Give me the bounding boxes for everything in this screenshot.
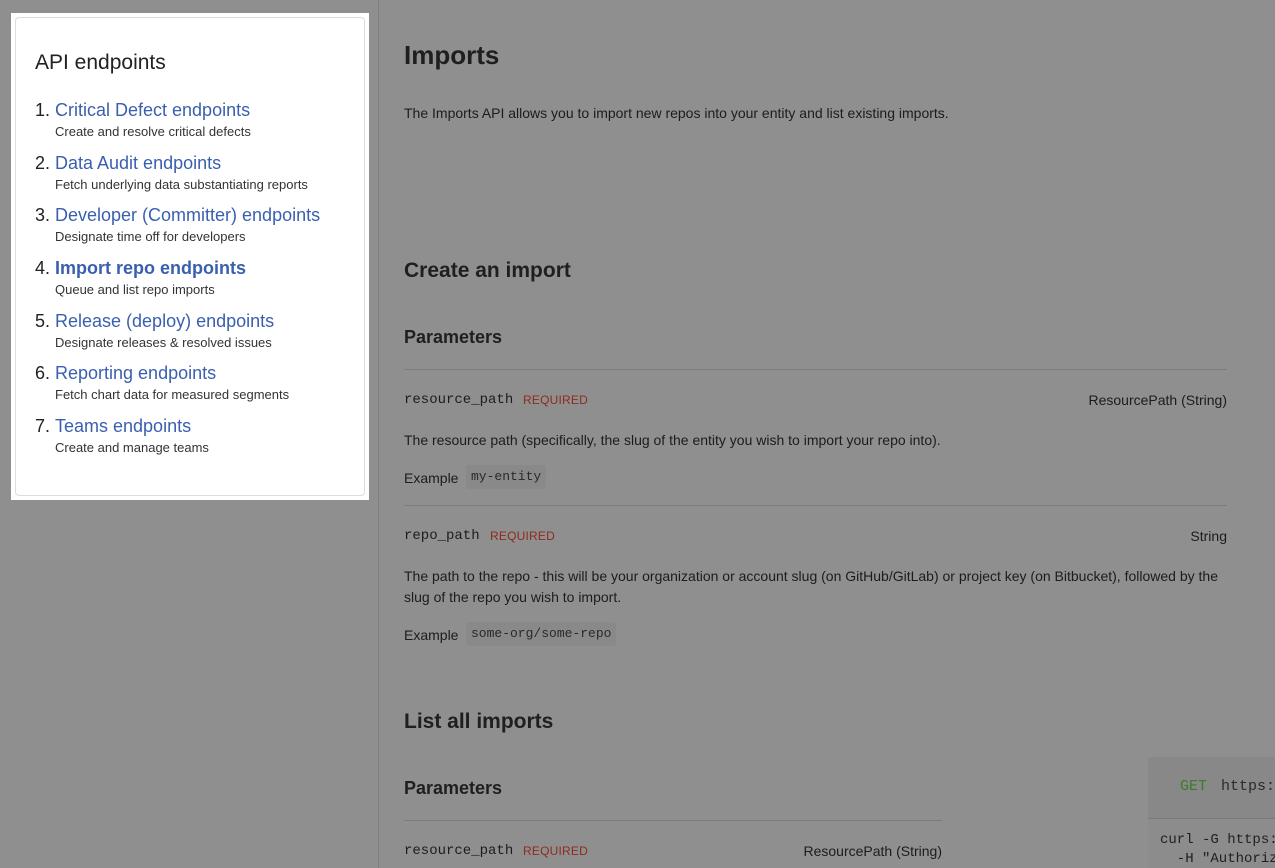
endpoints-card: API endpoints 1. Critical Defect endpoin… xyxy=(15,17,365,496)
param-type: ResourcePath (String) xyxy=(803,843,942,859)
param-description: The path to the repo - this will be your… xyxy=(404,568,1218,605)
code-example-panel: GET https: curl -G https: -H "Authoriz xyxy=(1148,757,1275,868)
endpoint-number: 6. xyxy=(35,363,51,384)
param-type: ResourcePath (String) xyxy=(1088,392,1227,408)
parameters-heading: Parameters xyxy=(404,778,503,798)
code-request-line: GET https: xyxy=(1148,757,1275,819)
endpoints-popup: API endpoints 1. Critical Defect endpoin… xyxy=(11,13,369,500)
endpoint-number: 3. xyxy=(35,205,51,226)
endpoint-number: 2. xyxy=(35,152,51,173)
divider xyxy=(404,505,1227,506)
endpoint-link-critical-defect[interactable]: Critical Defect endpoints xyxy=(55,98,344,122)
page-intro: The Imports API allows you to import new… xyxy=(404,105,949,121)
parameters-heading: Parameters xyxy=(404,327,503,347)
endpoint-list: 1. Critical Defect endpoints Create and … xyxy=(35,98,344,467)
endpoint-item: 4. Import repo endpoints Queue and list … xyxy=(35,256,344,309)
request-url: https: xyxy=(1221,778,1275,795)
popup-title: API endpoints xyxy=(35,51,166,74)
code-block: curl -G https: -H "Authoriz xyxy=(1148,819,1275,868)
endpoint-item: 6. Reporting endpoints Fetch chart data … xyxy=(35,361,344,414)
code-line: curl -G https: xyxy=(1160,832,1275,848)
example-label: Example xyxy=(404,470,459,486)
endpoint-link-import-repo[interactable]: Import repo endpoints xyxy=(55,256,344,280)
endpoint-description: Designate releases & resolved issues xyxy=(55,334,272,350)
endpoint-number: 1. xyxy=(35,100,51,120)
code-line: -H "Authoriz xyxy=(1160,851,1275,867)
param-description: The resource path (specifically, the slu… xyxy=(404,432,941,448)
endpoint-description: Fetch underlying data substantiating rep… xyxy=(55,176,308,192)
example-code: my-entity xyxy=(466,465,547,489)
example-code: some-org/some-repo xyxy=(466,622,617,646)
endpoint-item: 1. Critical Defect endpoints Create and … xyxy=(35,98,344,151)
endpoint-number: 5. xyxy=(35,310,51,331)
divider xyxy=(404,369,1227,370)
param-type: String xyxy=(1190,528,1227,544)
divider xyxy=(404,820,942,821)
endpoint-number: 4. xyxy=(35,258,51,279)
example-label: Example xyxy=(404,627,459,643)
endpoint-description: Queue and list repo imports xyxy=(55,282,215,298)
endpoint-item: 2. Data Audit endpoints Fetch underlying… xyxy=(35,151,344,204)
page-title: Imports xyxy=(404,40,500,70)
required-badge: REQUIRED xyxy=(523,393,588,407)
param-name: resource_path xyxy=(404,392,514,408)
section-heading-list: List all imports xyxy=(404,710,554,733)
endpoint-link-release[interactable]: Release (deploy) endpoints xyxy=(55,309,344,333)
endpoint-item: 3. Developer (Committer) endpoints Desig… xyxy=(35,203,344,256)
required-badge: REQUIRED xyxy=(523,844,588,858)
required-badge: REQUIRED xyxy=(490,529,555,543)
param-name: resource_path xyxy=(404,843,514,859)
http-method: GET xyxy=(1180,778,1208,795)
endpoint-item: 5. Release (deploy) endpoints Designate … xyxy=(35,309,344,362)
section-heading-create: Create an import xyxy=(404,259,571,282)
endpoint-description: Create and manage teams xyxy=(55,440,209,456)
endpoint-link-data-audit[interactable]: Data Audit endpoints xyxy=(55,151,344,175)
endpoint-description: Designate time off for developers xyxy=(55,229,246,245)
endpoint-item: 7. Teams endpoints Create and manage tea… xyxy=(35,414,344,467)
endpoint-description: Create and resolve critical defects xyxy=(55,124,251,139)
endpoint-description: Fetch chart data for measured segments xyxy=(55,387,290,403)
endpoint-link-reporting[interactable]: Reporting endpoints xyxy=(55,361,344,385)
endpoint-number: 7. xyxy=(35,416,51,437)
main-content: Imports The Imports API allows you to im… xyxy=(380,0,1275,868)
endpoint-link-developer[interactable]: Developer (Committer) endpoints xyxy=(55,203,344,227)
param-name: repo_path xyxy=(404,528,480,544)
endpoint-link-teams[interactable]: Teams endpoints xyxy=(55,414,344,438)
